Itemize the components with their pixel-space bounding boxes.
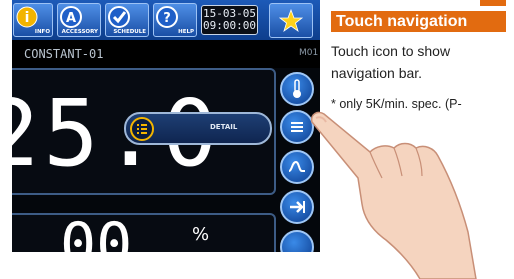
extra-side-button[interactable] bbox=[280, 230, 314, 252]
thermometer-icon bbox=[293, 79, 301, 98]
schedule-icon bbox=[108, 6, 130, 28]
program-name: CONSTANT-01 bbox=[24, 47, 104, 61]
pointing-hand-icon bbox=[310, 111, 477, 279]
star-icon bbox=[278, 8, 304, 38]
svg-text:A: A bbox=[66, 11, 76, 26]
help-button-label: HELP bbox=[178, 29, 194, 35]
date-time-display: 15-03-05 09:00:00 bbox=[201, 5, 258, 35]
accessory-button[interactable]: A ACCESSORY bbox=[57, 3, 101, 37]
menu-icon bbox=[291, 122, 303, 132]
humidity-value: 00 bbox=[60, 210, 133, 252]
nav-list-icon bbox=[130, 117, 154, 141]
time-text: 09:00:00 bbox=[203, 19, 256, 32]
humidity-unit: % bbox=[192, 224, 210, 245]
favorite-button[interactable] bbox=[269, 3, 313, 38]
mode-code: M01 bbox=[299, 48, 319, 58]
info-button[interactable]: i INFO bbox=[13, 3, 53, 37]
schedule-button-label: SCHEDULE bbox=[113, 29, 146, 35]
navigation-popup[interactable]: DETAIL bbox=[124, 112, 272, 145]
arrow-right-icon bbox=[290, 201, 305, 213]
schedule-button[interactable]: SCHEDULE bbox=[105, 3, 149, 37]
info-button-label: INFO bbox=[34, 29, 50, 35]
section-heading: Touch navigation bbox=[331, 11, 506, 32]
thermometer-button[interactable] bbox=[280, 72, 314, 106]
top-toolbar: i INFO A ACCESSORY SCHEDULE ? HELP 15-03… bbox=[12, 0, 320, 40]
program-curve-button[interactable] bbox=[280, 150, 314, 184]
program-curve-icon bbox=[288, 160, 305, 172]
device-screen: i INFO A ACCESSORY SCHEDULE ? HELP 15-03… bbox=[12, 0, 320, 252]
svg-text:?: ? bbox=[163, 11, 171, 26]
description-text: Touch icon to show navigation bar. bbox=[331, 43, 451, 81]
svg-text:i: i bbox=[25, 10, 30, 26]
help-button[interactable]: ? HELP bbox=[153, 3, 197, 37]
help-icon: ? bbox=[156, 6, 178, 28]
info-icon: i bbox=[16, 6, 38, 28]
accessory-button-label: ACCESSORY bbox=[61, 29, 98, 35]
humidity-panel[interactable] bbox=[12, 213, 276, 252]
detail-label: DETAIL bbox=[210, 123, 238, 131]
accessory-icon: A bbox=[60, 6, 82, 28]
heading-accent-line bbox=[480, 0, 506, 6]
navigation-button[interactable] bbox=[280, 110, 314, 144]
next-button[interactable] bbox=[280, 190, 314, 224]
